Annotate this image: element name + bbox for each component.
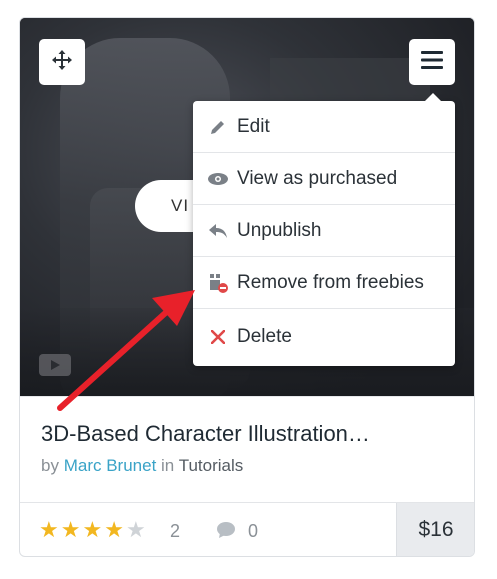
remove-freebie-icon <box>207 272 229 294</box>
star-empty-icon: ★ <box>125 517 146 542</box>
menu-item-label: Unpublish <box>237 219 322 241</box>
reply-icon <box>207 220 229 242</box>
hamburger-icon <box>421 50 443 74</box>
menu-item-remove-from-freebies[interactable]: Remove from freebies <box>193 257 455 309</box>
menu-item-label: Edit <box>237 115 270 137</box>
menu-item-label: View as purchased <box>237 167 398 189</box>
byline-by: by <box>41 456 59 475</box>
menu-item-edit[interactable]: Edit <box>193 101 455 153</box>
star-icon: ★ <box>60 517 81 542</box>
move-button[interactable] <box>39 39 85 85</box>
price-tag[interactable]: $16 <box>396 503 474 556</box>
pencil-icon <box>207 116 229 138</box>
rating-count: 2 <box>170 521 181 541</box>
comment-icon <box>216 521 236 544</box>
star-icon: ★ <box>82 517 103 542</box>
category-link[interactable]: Tutorials <box>179 456 244 475</box>
actions-dropdown: Edit View as purchased Unpublish Remove … <box>193 93 455 366</box>
author-link[interactable]: Marc Brunet <box>64 456 157 475</box>
menu-button[interactable] <box>409 39 455 85</box>
comment-count: 0 <box>248 521 259 541</box>
eye-icon <box>207 168 229 190</box>
video-play-icon <box>39 354 71 376</box>
byline: by Marc Brunet in Tutorials <box>41 456 243 476</box>
menu-item-unpublish[interactable]: Unpublish <box>193 205 455 257</box>
byline-in: in <box>161 456 175 475</box>
menu-item-delete[interactable]: Delete <box>193 309 455 364</box>
menu-item-label: Remove from freebies <box>237 271 424 293</box>
product-info: 3D-Based Character Illustration… by Marc… <box>20 396 474 503</box>
x-icon <box>207 326 229 348</box>
star-rating: ★ ★ ★ ★ ★ <box>39 519 146 541</box>
product-title[interactable]: 3D-Based Character Illustration… <box>41 421 370 447</box>
product-footer: ★ ★ ★ ★ ★ 2 0 $16 <box>20 502 474 556</box>
menu-item-label: Delete <box>237 325 292 347</box>
star-icon: ★ <box>104 517 124 542</box>
star-icon: ★ <box>39 517 59 542</box>
move-arrows-icon <box>50 48 74 77</box>
menu-item-view-as-purchased[interactable]: View as purchased <box>193 153 455 205</box>
